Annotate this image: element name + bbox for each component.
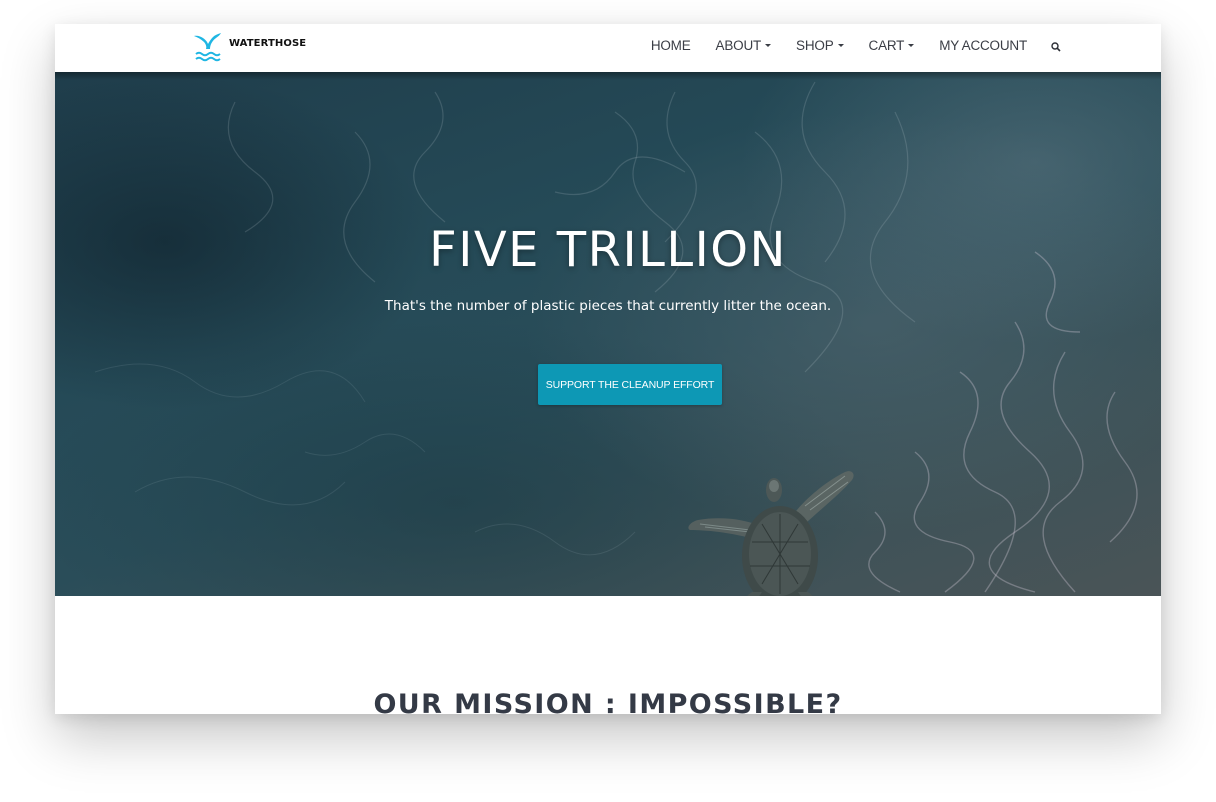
hero-subtitle: That's the number of plastic pieces that… <box>384 298 832 314</box>
nav-item-about[interactable]: ABOUT <box>716 38 772 53</box>
nav-item-label: CART <box>868 37 905 53</box>
main-nav: HOME ABOUT SHOP CART MY ACCOUNT <box>651 24 1061 66</box>
whale-tail-icon <box>194 32 221 61</box>
nav-item-home[interactable]: HOME <box>651 38 691 53</box>
sea-turtle-image <box>688 471 854 596</box>
caret-down-icon <box>837 44 844 47</box>
hero-banner: FIVE TRILLION That's the number of plast… <box>55 72 1161 596</box>
support-cleanup-button[interactable]: SUPPORT THE CLEANUP EFFORT <box>538 364 722 405</box>
caret-down-icon <box>908 44 915 47</box>
search-icon[interactable] <box>1051 41 1061 52</box>
nav-item-label: MY ACCOUNT <box>939 37 1027 53</box>
nav-item-cart[interactable]: CART <box>869 38 915 53</box>
navbar: WATERTHOSE HOME ABOUT SHOP CART MY ACCOU… <box>55 24 1161 72</box>
nav-item-my-account[interactable]: MY ACCOUNT <box>939 38 1027 53</box>
hero-title: FIVE TRILLION <box>429 222 787 278</box>
nav-item-label: ABOUT <box>715 37 762 53</box>
logo[interactable]: WATERTHOSE <box>192 28 306 62</box>
caret-down-icon <box>765 44 772 47</box>
brand-name: WATERTHOSE <box>229 38 307 49</box>
nav-item-label: SHOP <box>796 37 834 53</box>
nav-item-shop[interactable]: SHOP <box>796 37 844 53</box>
water-caustics-background <box>94 81 1138 593</box>
browser-page: WATERTHOSE HOME ABOUT SHOP CART MY ACCOU… <box>55 24 1161 714</box>
mission-heading: OUR MISSION : IMPOSSIBLE? <box>373 689 843 714</box>
nav-item-label: HOME <box>650 37 691 53</box>
